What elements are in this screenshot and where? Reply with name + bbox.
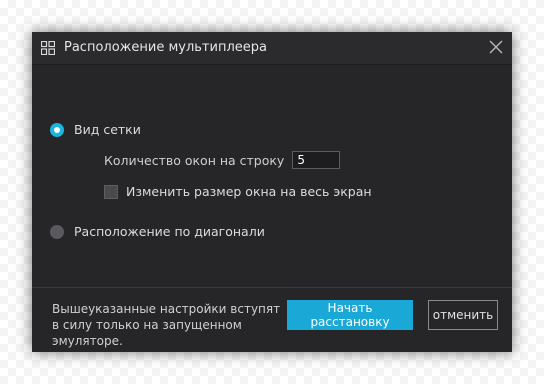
fullscreen-label: Изменить размер окна на весь экран xyxy=(126,184,372,199)
grid-layout-icon xyxy=(41,41,55,55)
dialog-content: Вид сетки Количество окон на строку Изме… xyxy=(32,65,512,288)
dialog-title: Расположение мультиплеера xyxy=(64,40,267,55)
settings-note: Вышеуказанные настройки вступят в силу т… xyxy=(52,302,281,348)
windows-per-row-field: Количество окон на строку xyxy=(104,151,341,169)
dialog-titlebar: Расположение мультиплеера xyxy=(32,32,512,65)
fullscreen-option[interactable]: Изменить размер окна на весь экран xyxy=(104,184,372,199)
diagonal-label: Расположение по диагонали xyxy=(74,224,265,239)
dialog-footer: Вышеуказанные настройки вступят в силу т… xyxy=(32,287,512,352)
grid-view-option[interactable]: Вид сетки xyxy=(50,122,141,137)
diagonal-radio[interactable] xyxy=(50,224,64,239)
cancel-button[interactable]: отменить xyxy=(428,300,498,330)
grid-view-radio[interactable] xyxy=(50,122,64,137)
grid-view-label: Вид сетки xyxy=(74,122,141,137)
start-arrangement-button[interactable]: Начать расстановку xyxy=(287,300,413,330)
windows-per-row-label: Количество окон на строку xyxy=(104,152,285,168)
close-icon[interactable] xyxy=(488,39,504,55)
windows-per-row-input[interactable] xyxy=(292,151,341,169)
diagonal-option[interactable]: Расположение по диагонали xyxy=(50,224,265,239)
fullscreen-checkbox[interactable] xyxy=(104,184,118,199)
multiplayer-layout-dialog: Расположение мультиплеера Вид сетки Коли… xyxy=(32,32,512,352)
